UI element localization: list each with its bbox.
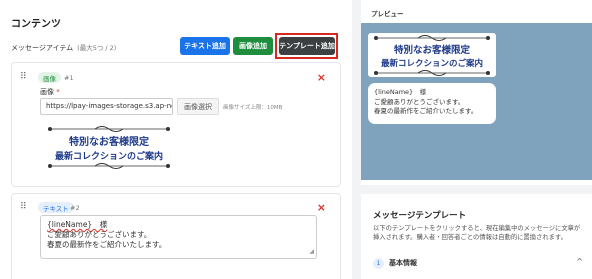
item-number: #2 <box>70 204 80 212</box>
preview-banner-line2: 最新コレクションのご案内 <box>380 58 483 69</box>
accordion-basic-info[interactable]: 1 基本情報 ^ <box>373 253 583 273</box>
ornament-bottom-icon <box>48 163 170 169</box>
drag-handle-icon[interactable]: ⠿ <box>20 72 27 82</box>
message-template-panel: メッセージテンプレート 以下のテンプレートをクリックすると、現在編集中のメッセー… <box>361 194 592 279</box>
message-textarea[interactable]: {lineName} 様 ご愛顧ありがとうございます。 春夏の最新作をご紹介いた… <box>40 215 317 259</box>
add-image-button[interactable]: 画像追加 <box>233 37 273 55</box>
image-field-label-text: 画像 <box>40 88 54 96</box>
template-description: 以下のテンプレートをクリックすると、現在編集中のメッセージに文章が挿入されます。… <box>373 225 581 241</box>
template-title: メッセージテンプレート <box>373 211 467 221</box>
ornament-top-icon <box>374 34 490 41</box>
textarea-line: {lineName} 様 <box>47 220 108 229</box>
accordion-number: 1 <box>373 257 384 269</box>
preview-title: プレビュー <box>371 10 404 18</box>
banner-line1: 特別なお客様限定 <box>69 137 149 148</box>
bubble-line: {lineName} 様 <box>374 88 427 96</box>
message-items-label: メッセージアイテム (最大5つ / 2) <box>11 42 116 53</box>
textarea-line: ご愛顧ありがとうございます。 <box>47 230 152 239</box>
bubble-line: 春夏の最新作をご紹介いたします。 <box>374 107 478 115</box>
message-items-label-text: メッセージアイテム <box>11 44 74 52</box>
text-item-card: ⠿ テキスト #2 × {lineName} 様 ご愛顧ありがとうございます。 … <box>11 193 341 279</box>
drag-handle-icon[interactable]: ⠿ <box>20 202 27 212</box>
text-badge: テキスト <box>38 202 74 213</box>
image-thumbnail: 特別なお客様限定 最新コレクションのご案内 <box>40 119 178 176</box>
delete-item-icon[interactable]: × <box>317 201 326 214</box>
resize-handle-icon[interactable]: ◢ <box>309 247 314 257</box>
image-url-input[interactable]: https://lpay-images-storage.s3.ap-nor <box>40 98 173 115</box>
delete-item-icon[interactable]: × <box>317 71 326 84</box>
image-item-card: ⠿ 画像 #1 × 画像 * https://lpay-images-stora… <box>11 62 341 187</box>
content-title: コンテンツ <box>11 19 61 30</box>
message-items-count: (最大5つ / 2) <box>77 44 117 52</box>
image-field-label: 画像 * <box>40 87 60 97</box>
item-number: #1 <box>64 74 74 82</box>
image-size-note: 画像サイズ上限：10MB <box>223 105 283 111</box>
chevron-up-icon[interactable]: ^ <box>576 257 583 266</box>
accordion-label: 基本情報 <box>389 259 417 267</box>
preview-message-bubble: {lineName} 様 ご愛顧ありがとうございます。 春夏の最新作をご紹介いた… <box>368 83 496 124</box>
preview-banner-line1: 特別なお客様限定 <box>393 44 470 56</box>
textarea-line: 春夏の最新作をご紹介いたします。 <box>47 240 167 249</box>
required-mark: * <box>56 88 60 96</box>
add-template-button[interactable]: テンプレート追加 <box>279 37 335 55</box>
select-image-button[interactable]: 画像選択 <box>177 98 219 115</box>
ornament-bottom-icon <box>374 69 490 76</box>
banner-line2: 最新コレクションのご案内 <box>54 152 163 162</box>
preview-image: 特別なお客様限定 最新コレクションのご案内 <box>368 33 496 77</box>
bubble-line: ご愛顧ありがとうございます。 <box>374 97 465 106</box>
image-badge: 画像 <box>38 72 61 83</box>
content-panel: コンテンツ メッセージアイテム (最大5つ / 2) テキスト追加 画像追加 テン… <box>0 0 352 279</box>
ornament-top-icon <box>48 126 170 132</box>
add-text-button[interactable]: テキスト追加 <box>180 37 230 55</box>
